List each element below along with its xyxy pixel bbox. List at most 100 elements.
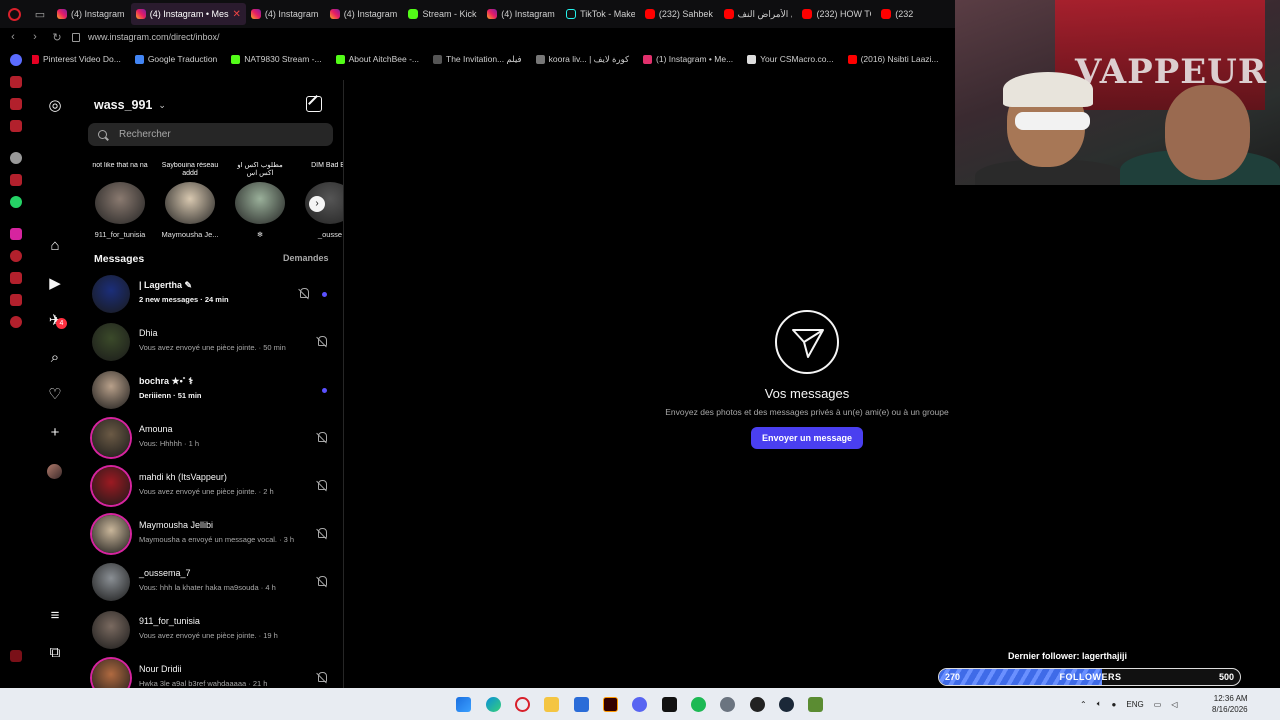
twitch-sidebar-icon[interactable] (10, 76, 22, 88)
chevron-right-icon[interactable]: › (309, 196, 325, 212)
spotify-icon[interactable] (691, 697, 706, 712)
bookmark-item[interactable]: About AitchBee -... (335, 54, 419, 64)
network-icon[interactable]: ▭ (1154, 700, 1162, 709)
gmail-sidebar-icon[interactable] (10, 120, 22, 132)
vk-sidebar-icon[interactable] (10, 98, 22, 110)
close-tab-icon[interactable]: ✕ (229, 9, 241, 20)
conversation-name: | Lagertha ✎ (139, 280, 193, 290)
clock[interactable]: 12:36 AM 8/16/2026 (1212, 693, 1248, 715)
edge-icon[interactable] (486, 697, 501, 712)
messenger-sidebar-icon[interactable] (10, 54, 22, 66)
minecraft-icon[interactable] (808, 697, 823, 712)
capcut-icon[interactable] (662, 697, 677, 712)
requests-link[interactable]: Demandes (283, 253, 329, 263)
instagram-sidebar-icon[interactable] (10, 228, 22, 240)
profile-avatar[interactable] (47, 464, 62, 479)
tab[interactable]: TikTok - Make (561, 3, 640, 25)
notifications-heart-icon[interactable]: ♡ (47, 387, 63, 403)
url-field[interactable]: www.instagram.com/direct/inbox/ (88, 32, 220, 42)
conversation-item[interactable]: Dhia Vous avez envoyé une pièce jointe. ·… (78, 318, 343, 366)
speaker-icon[interactable]: 🔈︎ (1097, 699, 1102, 709)
bookmark-item[interactable]: Your CSMacro.co... (747, 54, 834, 64)
tab-label: (4) Instagram (264, 9, 319, 19)
home-icon[interactable]: ⌂ (47, 238, 63, 254)
bookmark-favicon-icon (433, 54, 443, 64)
conversation-item[interactable]: Nour Dridii Hwka 3le a9al b3ref wahdaaaaa… (78, 654, 343, 688)
note-item[interactable]: not like that na na 911_for_tunisia (90, 162, 150, 239)
conversation-item[interactable]: Maymousha Jellibi Maymousha a envoyé un m… (78, 510, 343, 558)
volume-icon[interactable]: ◁ (1171, 700, 1177, 709)
threads-icon[interactable]: ⧉ (47, 645, 63, 661)
file-explorer-icon[interactable] (544, 697, 559, 712)
bookmark-item[interactable]: (2016) Nsibti Laazi... (847, 54, 939, 64)
lock-icon[interactable] (72, 32, 80, 42)
more-menu-icon[interactable]: ≡ (47, 608, 63, 624)
conversation-avatar (92, 659, 130, 688)
bookmark-item[interactable]: (1) Instagram • Me... (643, 54, 733, 64)
conversation-item[interactable]: mahdi kh (ItsVappeur) Vous avez envoyé un… (78, 462, 343, 510)
conversation-avatar (92, 371, 130, 409)
search-nav-icon[interactable]: ⌕ (47, 350, 63, 366)
note-item[interactable]: Saybouina réseau addd Maymousha Je... (160, 162, 220, 239)
shield-icon[interactable] (574, 697, 589, 712)
bookmark-item[interactable]: The Invitation... فيلم (433, 54, 522, 65)
tab[interactable]: كل الأمراض النف (719, 3, 798, 25)
bookmark-item[interactable]: koora liv... | كورة لايف (535, 54, 629, 65)
create-plus-icon[interactable]: + (47, 425, 63, 441)
bookmark-label: (1) Instagram • Me... (656, 54, 734, 64)
tab[interactable]: (4) Instagram (325, 3, 404, 25)
conversation-item[interactable]: bochra ★•˚ ⚕ Deriiienn · 51 min (78, 366, 343, 414)
note-item[interactable]: مطلوب اكس او اكس اس ❄ (230, 162, 290, 239)
opera-taskbar-icon[interactable] (515, 697, 530, 712)
instagram-nav: ◎ ⌂ ▶ ✈ 4 ⌕ ♡ + ≡ ⧉ (32, 80, 76, 688)
conversation-name: Nour Dridii (139, 664, 182, 674)
reels-icon[interactable]: ▶ (47, 276, 63, 292)
reload-icon[interactable]: ↻ (48, 31, 66, 44)
compose-icon[interactable] (306, 96, 322, 112)
account-switcher[interactable]: wass_991 ⌄ (94, 98, 166, 112)
conversation-item[interactable]: _oussema_7 Vous: hhh la khater haka ma9so… (78, 558, 343, 606)
search-box[interactable] (88, 123, 333, 146)
illustrator-icon[interactable] (603, 697, 618, 712)
back-icon[interactable]: ‹ (4, 31, 22, 43)
tab-label: Stream - Kick (422, 9, 477, 19)
language-indicator[interactable]: ENG (1126, 700, 1143, 709)
history-sidebar-icon[interactable] (10, 250, 22, 262)
settings-sidebar-icon[interactable] (10, 316, 22, 328)
percent-sidebar-icon[interactable] (10, 174, 22, 186)
tab[interactable]: (232) Sahbek (640, 3, 719, 25)
send-message-button[interactable]: Envoyer un message (750, 427, 864, 449)
settings-gear-icon[interactable] (720, 697, 735, 712)
tab[interactable]: (232) HOW TO (797, 3, 876, 25)
tray-chevron-icon[interactable]: ⌃ (1080, 700, 1087, 709)
downloads-sidebar-icon[interactable] (10, 272, 22, 284)
tab[interactable]: (4) Instagram (246, 3, 325, 25)
tab-active[interactable]: (4) Instagram • Mess ✕ (130, 3, 246, 25)
tab[interactable]: (4) Instagram (52, 3, 131, 25)
whatsapp-sidebar-icon[interactable] (10, 196, 22, 208)
steam-icon[interactable] (779, 697, 794, 712)
instagram-logo-icon[interactable]: ◎ (47, 98, 63, 114)
forward-icon[interactable]: › (26, 31, 44, 43)
tab[interactable]: (4) Instagram (482, 3, 561, 25)
bookmark-item[interactable]: Google Traduction (134, 54, 217, 64)
bookmark-item[interactable]: Pinterest Video Do... (30, 54, 121, 64)
tab[interactable]: (232 (876, 3, 955, 25)
ai-sidebar-icon[interactable] (10, 152, 22, 164)
note-name: _ousse (317, 230, 343, 239)
microphone-icon[interactable]: ● (1112, 700, 1117, 709)
conversation-item[interactable]: 911_for_tunisia Vous avez envoyé une pièc… (78, 606, 343, 654)
obs-icon[interactable] (750, 697, 765, 712)
note-bubble: not like that na na (92, 162, 148, 169)
start-icon[interactable] (456, 697, 471, 712)
opera-logo-icon[interactable] (0, 0, 28, 28)
gx-sidebar-icon[interactable] (10, 650, 22, 662)
search-input[interactable] (119, 129, 319, 140)
tab[interactable]: Stream - Kick (403, 3, 482, 25)
bookmark-item[interactable]: NAT9830 Stream -... (231, 54, 322, 64)
extensions-sidebar-icon[interactable] (10, 294, 22, 306)
tab-menu-icon[interactable]: ▭ (28, 0, 52, 28)
discord-icon[interactable] (632, 697, 647, 712)
conversation-item[interactable]: Amouna Vous: Hhhhh · 1 h (78, 414, 343, 462)
conversation-item[interactable]: | Lagertha ✎ 2 new messages · 24 min (78, 270, 343, 318)
